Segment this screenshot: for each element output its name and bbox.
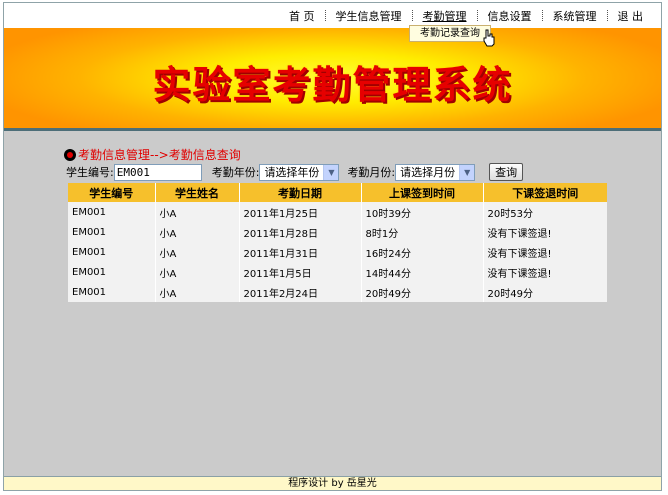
bullet-icon bbox=[64, 148, 76, 161]
cell-checkout: 没有下课签退! bbox=[487, 268, 552, 280]
header-checkout: 下课签退时间 bbox=[483, 183, 607, 202]
nav-student-info[interactable]: 学生信息管理 bbox=[326, 8, 412, 24]
nav-info-settings[interactable]: 信息设置 bbox=[478, 8, 542, 24]
table-row: EM001 小A 2011年1月31日 16时24分 没有下课签退! bbox=[68, 242, 607, 262]
search-bar: 学生编号: 考勤年份: 请选择年份 ▼ 考勤月份: 请选择月份 ▼ 查询 bbox=[66, 162, 524, 182]
cell-date: 2011年1月5日 bbox=[239, 262, 362, 282]
header-student-id: 学生编号 bbox=[68, 183, 156, 202]
nav-system[interactable]: 系统管理 bbox=[543, 8, 607, 24]
cell-checkin: 14时44分 bbox=[361, 262, 484, 282]
banner-title: 实验室考勤管理系统 bbox=[152, 62, 513, 107]
month-label: 考勤月份: bbox=[347, 166, 396, 179]
hand-cursor-icon bbox=[482, 29, 496, 50]
cell-checkout: 没有下课签退! bbox=[487, 228, 552, 240]
month-select[interactable]: 请选择月份 ▼ bbox=[395, 163, 476, 181]
cell-checkout: 没有下课签退! bbox=[487, 248, 552, 260]
cell-checkin: 8时1分 bbox=[361, 222, 484, 242]
cell-student-id: EM001 bbox=[68, 242, 156, 262]
cell-checkin: 16时24分 bbox=[361, 242, 484, 262]
table-row: EM001 小A 2011年1月5日 14时44分 没有下课签退! bbox=[68, 262, 607, 282]
cell-date: 2011年1月28日 bbox=[239, 222, 362, 242]
student-id-input[interactable] bbox=[113, 163, 202, 181]
cell-student-name: 小A bbox=[155, 262, 240, 282]
chevron-down-icon[interactable]: ▼ bbox=[323, 164, 339, 180]
cell-student-name: 小A bbox=[155, 242, 240, 262]
cell-checkin: 10时39分 bbox=[361, 202, 484, 222]
banner: 实验室考勤管理系统 bbox=[4, 28, 661, 131]
app-frame: 首 页 学生信息管理 考勤管理 信息设置 系统管理 退 出 考勤记录查询 实验室… bbox=[3, 2, 662, 491]
cell-student-id: EM001 bbox=[68, 202, 156, 222]
query-button[interactable]: 查询 bbox=[489, 163, 524, 181]
table-row: EM001 小A 2011年1月28日 8时1分 没有下课签退! bbox=[68, 222, 607, 242]
cell-student-name: 小A bbox=[155, 202, 240, 222]
breadcrumb-text: 考勤信息管理-->考勤信息查询 bbox=[78, 148, 241, 162]
cell-date: 2011年1月31日 bbox=[239, 242, 362, 262]
year-select-value: 请选择年份 bbox=[264, 165, 320, 179]
cell-checkout: 20时49分 bbox=[487, 288, 533, 300]
attendance-table: 学生编号 学生姓名 考勤日期 上课签到时间 下课签退时间 EM001 小A 20… bbox=[68, 183, 607, 302]
year-select[interactable]: 请选择年份 ▼ bbox=[259, 163, 340, 181]
top-nav: 首 页 学生信息管理 考勤管理 信息设置 系统管理 退 出 bbox=[4, 3, 661, 28]
year-label: 考勤年份: bbox=[211, 166, 260, 179]
student-id-label: 学生编号: bbox=[66, 166, 114, 179]
table-row: EM001 小A 2011年1月25日 10时39分 20时53分 bbox=[68, 202, 607, 222]
cell-student-name: 小A bbox=[155, 222, 240, 242]
cell-checkin: 20时49分 bbox=[361, 282, 484, 302]
header-checkin: 上课签到时间 bbox=[361, 183, 484, 202]
cell-checkout: 20时53分 bbox=[487, 208, 533, 220]
cell-student-id: EM001 bbox=[68, 222, 156, 242]
table-row: EM001 小A 2011年2月24日 20时49分 20时49分 bbox=[68, 282, 607, 302]
cell-student-id: EM001 bbox=[68, 282, 156, 302]
nav-home[interactable]: 首 页 bbox=[279, 8, 325, 24]
cell-date: 2011年2月24日 bbox=[239, 282, 362, 302]
header-student-name: 学生姓名 bbox=[155, 183, 240, 202]
cell-student-name: 小A bbox=[155, 282, 240, 302]
breadcrumb: 考勤信息管理-->考勤信息查询 bbox=[64, 146, 241, 163]
cell-date: 2011年1月25日 bbox=[239, 202, 362, 222]
chevron-down-icon[interactable]: ▼ bbox=[459, 164, 475, 180]
cell-student-id: EM001 bbox=[68, 262, 156, 282]
nav-attendance[interactable]: 考勤管理 bbox=[413, 8, 477, 24]
month-select-value: 请选择月份 bbox=[400, 165, 456, 179]
table-header-row: 学生编号 学生姓名 考勤日期 上课签到时间 下课签退时间 bbox=[68, 183, 607, 202]
nav-logout[interactable]: 退 出 bbox=[608, 8, 654, 24]
header-date: 考勤日期 bbox=[239, 183, 362, 202]
footer: 程序设计 by 岳星光 bbox=[4, 476, 661, 490]
dropdown-attendance-query[interactable]: 考勤记录查询 bbox=[409, 25, 491, 42]
